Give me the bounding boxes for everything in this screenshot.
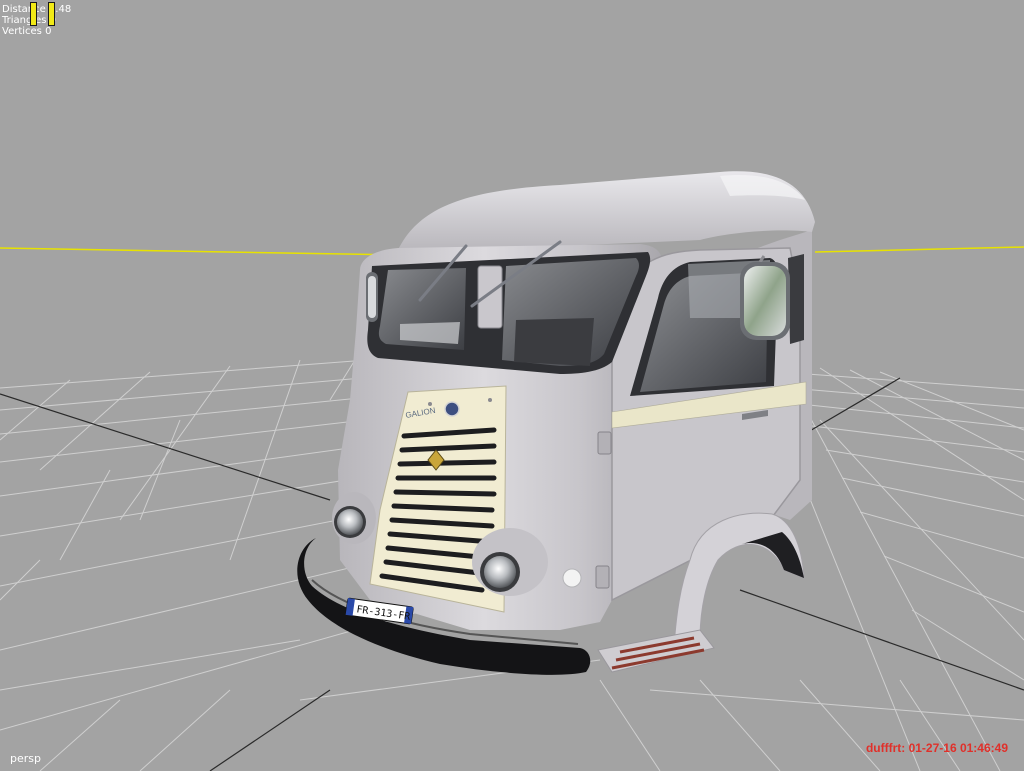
3d-viewport[interactable]: GALION FR-313-FR Distance 5.48 Triangles… — [0, 0, 1024, 771]
hud-marker-left — [30, 2, 37, 26]
windscreen-divider — [477, 265, 503, 329]
door-hinge-bottom — [595, 565, 610, 589]
scene: GALION FR-313-FR — [0, 171, 1024, 771]
mirror-left[interactable] — [366, 272, 378, 322]
truck-cab[interactable]: GALION FR-313-FR — [297, 171, 815, 675]
headlamp-right — [472, 528, 548, 596]
timestamp-stamp: dufffrt: 01-27-16 01:46:49 — [865, 741, 1008, 755]
badge-emblem — [444, 401, 460, 417]
hud-marker-right — [48, 2, 55, 26]
cab-seat — [514, 318, 594, 366]
indicator-light — [562, 568, 582, 588]
headlamp-left — [332, 492, 376, 544]
cab-step[interactable] — [597, 629, 715, 673]
camera-label: persp — [10, 752, 41, 765]
vertices-readout: Vertices 0 — [2, 26, 52, 37]
mirror-right[interactable] — [740, 255, 790, 340]
rear-window — [788, 254, 804, 344]
door-hinge-top — [597, 431, 612, 455]
